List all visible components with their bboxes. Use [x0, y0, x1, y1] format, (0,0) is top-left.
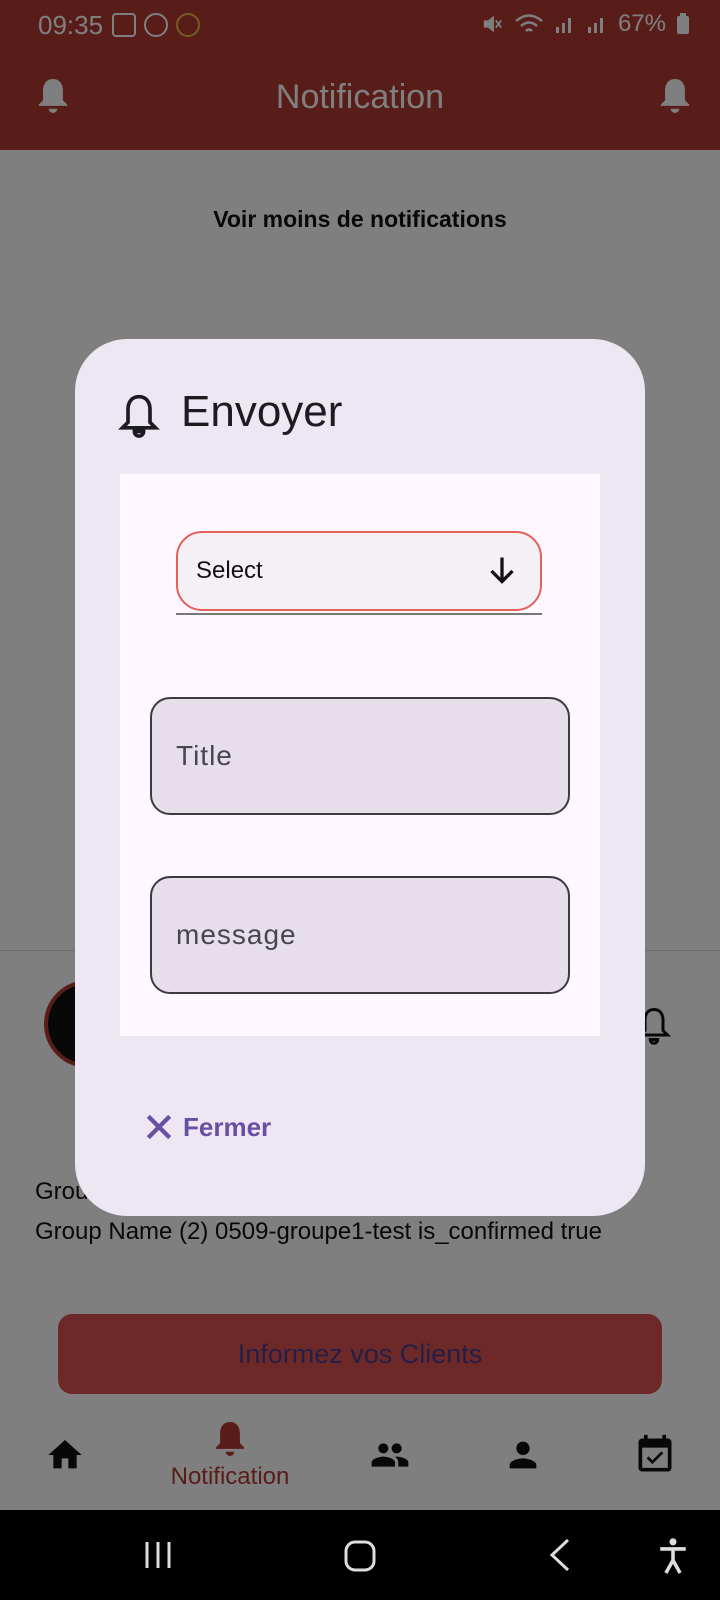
- send-form: Select: [120, 474, 600, 1036]
- close-icon: [146, 1114, 172, 1140]
- dialog-title: Envoyer: [181, 387, 343, 436]
- back-icon[interactable]: [548, 1538, 572, 1572]
- message-field[interactable]: [150, 876, 570, 994]
- select-value: Select: [196, 557, 263, 584]
- bell-outline-icon: [118, 394, 160, 438]
- recipient-select[interactable]: Select: [176, 531, 542, 611]
- recents-icon[interactable]: [143, 1540, 173, 1570]
- send-dialog: Envoyer Select Fermer: [75, 339, 645, 1216]
- close-label: Fermer: [183, 1111, 272, 1142]
- system-nav-bar: [0, 1510, 720, 1600]
- message-input[interactable]: [174, 918, 538, 952]
- title-field[interactable]: [150, 697, 570, 815]
- arrow-down-icon: [490, 557, 514, 584]
- close-button[interactable]: Fermer: [143, 1111, 271, 1143]
- home-icon[interactable]: [344, 1540, 376, 1572]
- title-input[interactable]: [174, 739, 538, 773]
- select-underline: [176, 613, 542, 615]
- accessibility-icon[interactable]: [656, 1536, 690, 1576]
